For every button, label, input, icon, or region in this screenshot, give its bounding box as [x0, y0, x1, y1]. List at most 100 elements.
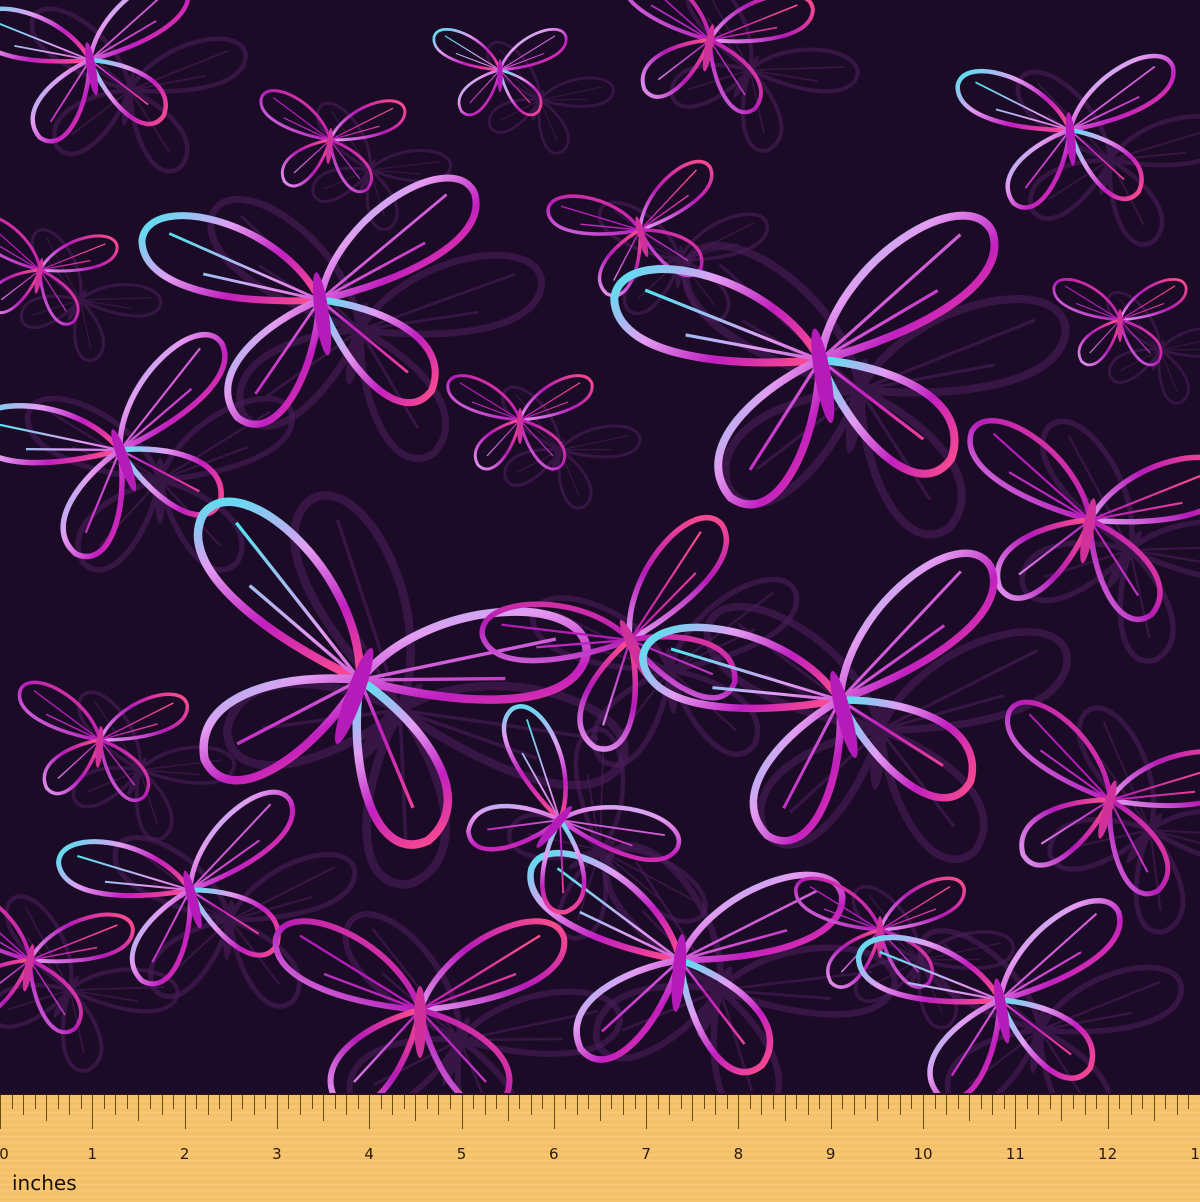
ruler-number: 12 — [1098, 1145, 1117, 1163]
ruler-number: 6 — [549, 1145, 559, 1163]
ruler-tick — [658, 1095, 659, 1109]
ruler-tick — [946, 1095, 947, 1115]
ruler-tick — [1027, 1095, 1028, 1109]
ruler-tick — [842, 1095, 843, 1109]
ruler-tick — [1142, 1095, 1143, 1109]
ruler-tick — [312, 1095, 313, 1109]
ruler-tick — [150, 1095, 151, 1109]
ruler-tick — [611, 1095, 612, 1109]
ruler-tick — [738, 1095, 739, 1129]
ruler-tick — [508, 1095, 509, 1121]
ruler-tick — [692, 1095, 693, 1121]
ruler-number: 1 — [88, 1145, 98, 1163]
ruler-tick — [681, 1095, 682, 1109]
ruler-tick — [12, 1095, 13, 1109]
ruler-tick — [865, 1095, 866, 1109]
ruler-tick — [335, 1095, 336, 1109]
ruler-tick — [323, 1095, 324, 1121]
ruler-tick — [981, 1095, 982, 1109]
ruler-tick — [992, 1095, 993, 1115]
ruler-tick — [1015, 1095, 1016, 1129]
ruler-tick — [196, 1095, 197, 1109]
shadow-butterfly — [154, 482, 637, 947]
butterfly — [11, 681, 188, 804]
ruler-tick — [300, 1095, 301, 1115]
butterfly — [476, 510, 788, 777]
ruler-tick — [404, 1095, 405, 1109]
ruler-tick — [450, 1095, 451, 1109]
ruler-tick — [254, 1095, 255, 1115]
ruler-tick — [888, 1095, 889, 1109]
ruler-number: 10 — [913, 1145, 932, 1163]
ruler-number: 0 — [0, 1145, 9, 1163]
ruler-tick — [542, 1095, 543, 1109]
butterfly — [545, 158, 736, 307]
ruler-number: 9 — [826, 1145, 836, 1163]
butterfly — [956, 54, 1184, 212]
ruler-tick — [81, 1095, 82, 1109]
ruler-tick — [935, 1095, 936, 1109]
ruler-number: 4 — [364, 1145, 374, 1163]
ruler-tick — [600, 1095, 601, 1121]
ruler-unit-label: inches — [12, 1171, 77, 1195]
ruler-tick — [704, 1095, 705, 1109]
ruler-tick — [819, 1095, 820, 1109]
ruler-tick — [808, 1095, 809, 1115]
ruler-tick — [1131, 1095, 1132, 1115]
butterfly — [973, 697, 1200, 910]
ruler-tick — [1061, 1095, 1062, 1121]
ruler-tick — [635, 1095, 636, 1109]
ruler-tick — [1050, 1095, 1051, 1109]
butterfly-fabric-pattern — [0, 0, 1200, 1095]
ruler-tick — [346, 1095, 347, 1115]
ruler-tick — [1004, 1095, 1005, 1109]
butterfly — [254, 90, 406, 196]
ruler-tick — [531, 1095, 532, 1115]
ruler-tick — [46, 1095, 47, 1121]
ruler-tick — [496, 1095, 497, 1109]
ruler-tick — [577, 1095, 578, 1115]
ruler-tick — [242, 1095, 243, 1109]
shadow-butterfly — [894, 927, 1184, 1095]
ruler-tick — [23, 1095, 24, 1115]
shadow-butterfly — [475, 384, 643, 521]
ruler-tick — [785, 1095, 786, 1121]
ruler-tick — [923, 1095, 924, 1129]
ruler-tick — [715, 1095, 716, 1115]
ruler-number: 3 — [272, 1145, 282, 1163]
ruler-tick — [1165, 1095, 1166, 1109]
ruler-tick — [554, 1095, 555, 1129]
ruler-tick — [104, 1095, 105, 1109]
ruler-tick — [288, 1095, 289, 1109]
ruler-number: 8 — [734, 1145, 744, 1163]
ruler-tick — [35, 1095, 36, 1109]
ruler: inches 012345678910111213 — [0, 1093, 1200, 1202]
ruler-tick — [1096, 1095, 1097, 1109]
ruler-tick — [969, 1095, 970, 1121]
ruler-tick — [1038, 1095, 1039, 1115]
shadow-butterfly — [291, 907, 626, 1095]
ruler-tick — [162, 1095, 163, 1115]
ruler-tick — [588, 1095, 589, 1109]
ruler-number: 11 — [1006, 1145, 1025, 1163]
ruler-tick — [750, 1095, 751, 1109]
butterfly — [0, 214, 119, 331]
ruler-tick — [831, 1095, 832, 1129]
ruler-tick — [219, 1095, 220, 1109]
ruler-tick — [427, 1095, 428, 1109]
ruler-number: 7 — [641, 1145, 651, 1163]
butterflies — [0, 0, 1200, 1095]
butterfly — [944, 417, 1200, 631]
ruler-tick — [0, 1095, 1, 1129]
ruler-tick — [1108, 1095, 1109, 1129]
ruler-tick — [646, 1095, 647, 1129]
ruler-tick — [438, 1095, 439, 1115]
ruler-tick — [727, 1095, 728, 1109]
ruler-tick — [1154, 1095, 1155, 1121]
ruler-tick — [877, 1095, 878, 1121]
ruler-tick — [485, 1095, 486, 1115]
ruler-tick — [462, 1095, 463, 1129]
ruler-tick — [1188, 1095, 1189, 1109]
ruler-tick — [761, 1095, 762, 1115]
shadow-butterfly — [284, 99, 454, 245]
